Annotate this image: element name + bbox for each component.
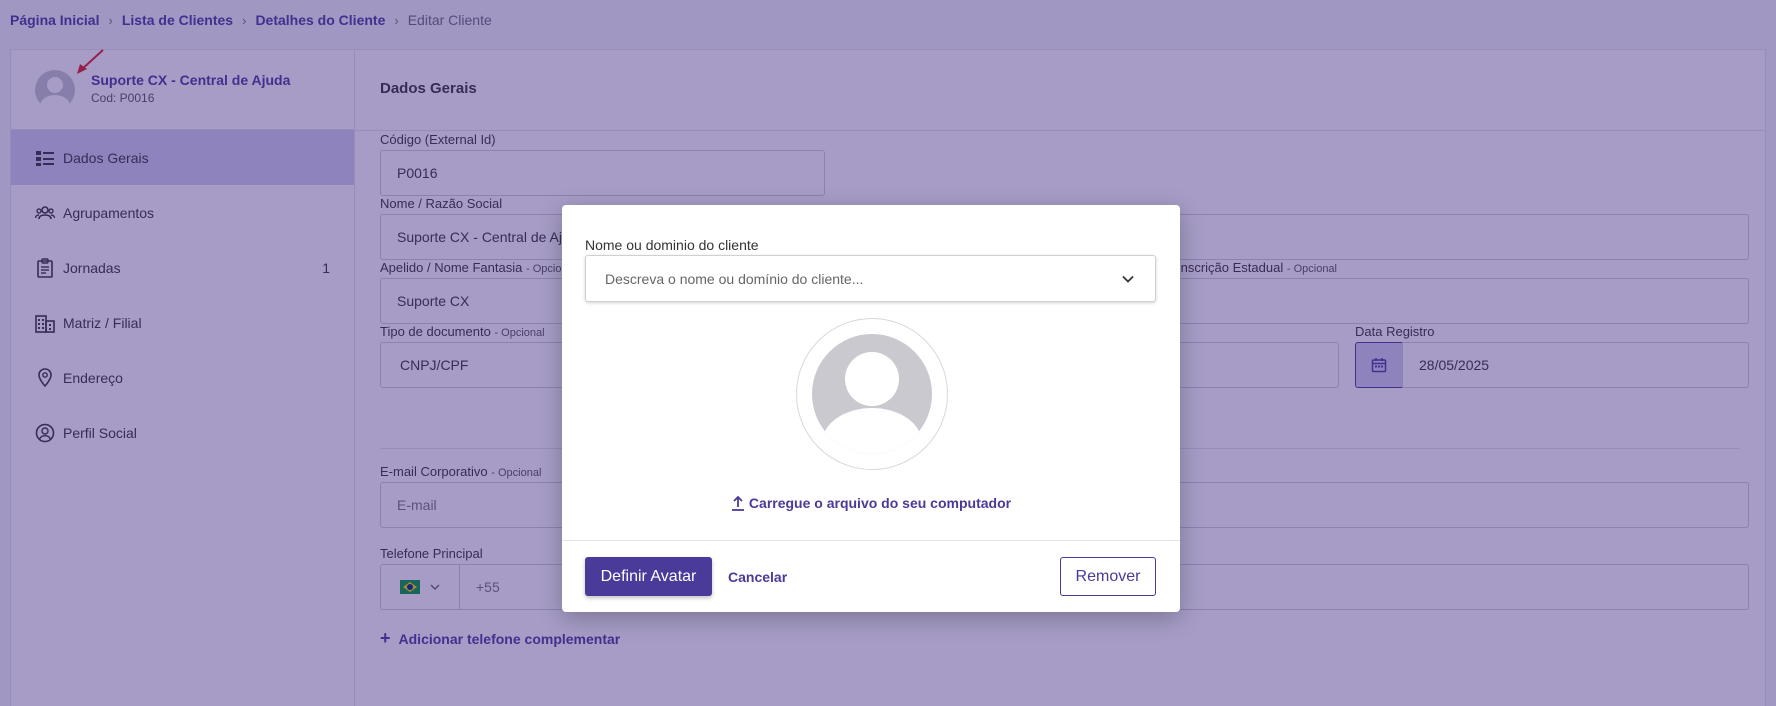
upload-label: Carregue o arquivo do seu computador — [748, 495, 1012, 511]
remove-button[interactable]: Remover — [1060, 557, 1156, 596]
upload-file-link[interactable]: Carregue o arquivo do seu computador — [562, 495, 1180, 511]
avatar-placeholder-icon — [812, 334, 932, 454]
chevron-down-icon — [1122, 275, 1134, 283]
cancel-button[interactable]: Cancelar — [728, 557, 787, 596]
client-domain-label: Nome ou dominio do cliente — [585, 237, 759, 253]
avatar-preview — [796, 318, 948, 470]
client-domain-select[interactable]: Descreva o nome ou domínio do cliente... — [585, 255, 1156, 302]
upload-icon — [731, 495, 744, 511]
avatar-modal: Nome ou dominio do cliente Descreva o no… — [562, 205, 1180, 612]
page: Página Inicial › Lista de Clientes › Det… — [0, 0, 1776, 706]
select-placeholder: Descreva o nome ou domínio do cliente... — [605, 270, 864, 287]
set-avatar-button[interactable]: Definir Avatar — [585, 557, 712, 596]
divider — [562, 540, 1180, 541]
